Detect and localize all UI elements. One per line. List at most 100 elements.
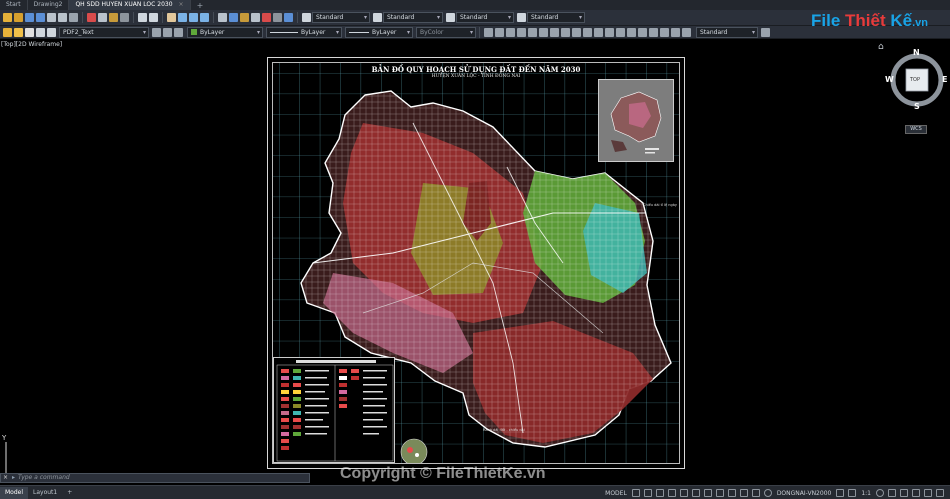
dim-break-icon[interactable] xyxy=(605,27,614,37)
lightbulb-icon[interactable] xyxy=(3,27,12,37)
viewport-controls-label[interactable]: [Top][2D Wireframe] xyxy=(1,41,62,48)
ortho-icon[interactable] xyxy=(667,489,676,497)
copy-icon[interactable] xyxy=(98,13,107,22)
zoom-previous-icon[interactable] xyxy=(200,13,209,22)
close-tab-icon[interactable]: × xyxy=(179,1,184,8)
open-icon[interactable] xyxy=(14,13,23,22)
isodraft-icon[interactable] xyxy=(691,489,700,497)
command-prompt-icon[interactable]: ▸ xyxy=(12,474,15,481)
layer-combo[interactable]: PDF2_Text xyxy=(59,26,149,38)
home-icon[interactable]: ⌂ xyxy=(878,42,884,52)
table-style-combo[interactable]: Standard xyxy=(456,12,514,23)
layer-plot-icon[interactable] xyxy=(47,27,56,37)
geolocation-icon[interactable] xyxy=(763,489,772,497)
center-mark-icon[interactable] xyxy=(627,27,636,37)
zoom-window-icon[interactable] xyxy=(189,13,198,22)
multileader-style-combo-2[interactable]: Standard xyxy=(696,26,758,38)
plot-icon[interactable] xyxy=(47,13,56,22)
add-layout-button[interactable]: + xyxy=(62,487,77,499)
layer-color-icon[interactable] xyxy=(36,27,45,37)
compass-north[interactable]: N xyxy=(913,48,920,57)
color-combo[interactable]: ByLayer xyxy=(187,26,263,38)
sheetset-icon[interactable] xyxy=(251,13,260,22)
grid-icon[interactable] xyxy=(631,489,640,497)
view-cube[interactable]: N S E W TOP xyxy=(885,48,948,111)
help-icon[interactable] xyxy=(284,13,293,22)
save-icon[interactable] xyxy=(25,13,34,22)
dim-arc-icon[interactable] xyxy=(506,27,515,37)
lineweight-combo[interactable]: ByLayer xyxy=(345,26,413,38)
annotation-autoscale-icon[interactable] xyxy=(848,489,857,497)
plotstyle-combo[interactable]: ByColor xyxy=(416,26,476,38)
dim-continue-icon[interactable] xyxy=(583,27,592,37)
paste-icon[interactable] xyxy=(109,13,118,22)
matchprop-icon[interactable] xyxy=(120,13,129,22)
tab-start[interactable]: Start xyxy=(0,0,28,10)
layer-previous-icon[interactable] xyxy=(163,27,172,37)
dim-space-icon[interactable] xyxy=(594,27,603,37)
compass-west[interactable]: W xyxy=(885,75,894,84)
dim-radius-icon[interactable] xyxy=(528,27,537,37)
new-tab-button[interactable]: + xyxy=(191,1,210,10)
designcenter-icon[interactable] xyxy=(229,13,238,22)
make-current-icon[interactable] xyxy=(174,27,183,37)
tab-layout1[interactable]: Layout1 xyxy=(28,487,62,499)
dim-baseline-icon[interactable] xyxy=(572,27,581,37)
linetype-combo[interactable]: ByLayer xyxy=(266,26,342,38)
dim-linear-icon[interactable] xyxy=(484,27,493,37)
drawing-viewport[interactable]: [Top][2D Wireframe] BẢN ĐỒ QUY HOẠCH SỬ … xyxy=(0,39,950,485)
preview-icon[interactable] xyxy=(58,13,67,22)
dim-update-icon[interactable] xyxy=(682,27,691,37)
tab-qh-sdd[interactable]: QH SDD HUYEN XUAN LOC 2030 × xyxy=(69,0,191,10)
hardware-acceleration-icon[interactable] xyxy=(900,489,908,497)
layer-properties-icon[interactable] xyxy=(152,27,161,37)
view-cube-face-top[interactable]: TOP xyxy=(910,77,920,83)
isolate-objects-icon[interactable] xyxy=(912,489,920,497)
lineweight-icon[interactable] xyxy=(727,489,736,497)
markup-icon[interactable] xyxy=(262,13,271,22)
jogged-linear-icon[interactable] xyxy=(649,27,658,37)
inspect-icon[interactable] xyxy=(638,27,647,37)
annotation-visibility-icon[interactable] xyxy=(836,489,845,497)
close-icon[interactable]: × xyxy=(3,474,8,481)
lock-icon[interactable] xyxy=(25,27,34,37)
gear-icon[interactable] xyxy=(876,489,884,497)
dimension-style-combo[interactable]: Standard xyxy=(383,12,443,23)
dimstyle-icon[interactable] xyxy=(373,13,382,22)
tab-model[interactable]: Model xyxy=(0,486,29,499)
dynamic-input-icon[interactable] xyxy=(655,489,664,497)
publish-icon[interactable] xyxy=(69,13,78,22)
quick-dim-icon[interactable] xyxy=(561,27,570,37)
command-input-box[interactable]: × ▸ Type a command xyxy=(0,472,310,483)
undo-icon[interactable] xyxy=(138,13,147,22)
object-snap-icon[interactable] xyxy=(715,489,724,497)
dim-aligned-icon[interactable] xyxy=(495,27,504,37)
compass-east[interactable]: E xyxy=(942,75,947,84)
toolpalette-icon[interactable] xyxy=(240,13,249,22)
command-input[interactable]: Type a command xyxy=(18,474,70,481)
wcs-menu[interactable]: WCS xyxy=(905,125,927,134)
redo-icon[interactable] xyxy=(149,13,158,22)
text-style-combo[interactable]: Standard xyxy=(312,12,370,23)
sun-icon[interactable] xyxy=(14,27,23,37)
dim-edit-icon[interactable] xyxy=(660,27,669,37)
calculator-icon[interactable] xyxy=(273,13,282,22)
snap-icon[interactable] xyxy=(643,489,652,497)
new-icon[interactable] xyxy=(3,13,12,22)
tablestyle-icon[interactable] xyxy=(446,13,455,22)
dim-diameter-icon[interactable] xyxy=(539,27,548,37)
saveas-icon[interactable] xyxy=(36,13,45,22)
dim-text-edit-icon[interactable] xyxy=(671,27,680,37)
selection-cycling-icon[interactable] xyxy=(751,489,760,497)
textstyle-icon[interactable] xyxy=(302,13,311,22)
customization-menu-icon[interactable] xyxy=(936,489,944,497)
zoom-icon[interactable] xyxy=(178,13,187,22)
tab-drawing2[interactable]: Drawing2 xyxy=(28,0,70,10)
object-snap-tracking-icon[interactable] xyxy=(703,489,712,497)
dimstyle-manager-icon[interactable] xyxy=(761,27,770,37)
polar-icon[interactable] xyxy=(679,489,688,497)
mleaderstyle-icon[interactable] xyxy=(517,13,526,22)
add-icon[interactable] xyxy=(888,489,896,497)
clean-screen-icon[interactable] xyxy=(924,489,932,497)
model-space-button[interactable]: MODEL xyxy=(605,490,627,497)
